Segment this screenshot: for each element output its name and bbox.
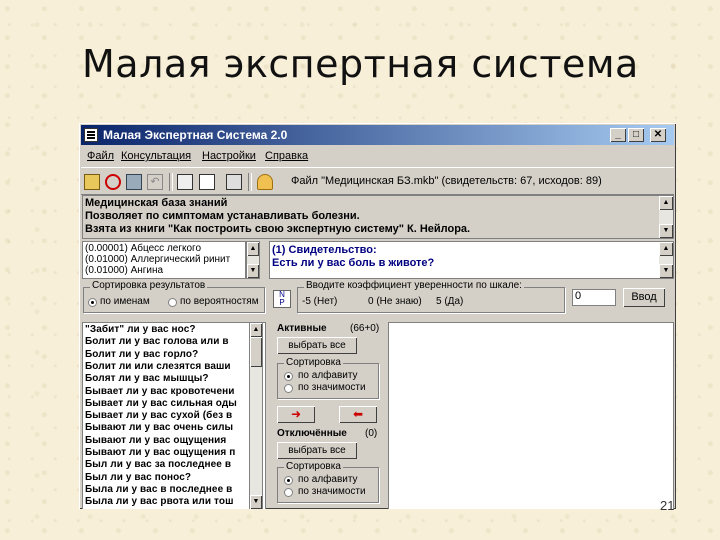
calculator-icon[interactable] — [177, 174, 193, 190]
evidence-question: Есть ли у вас боль в животе? — [272, 257, 435, 269]
toolbar: ↶ Файл "Медицинская БЗ.mkb" (свидетельст… — [81, 167, 674, 195]
scroll-up-icon[interactable]: ▲ — [659, 196, 673, 210]
list-item[interactable]: Болит ли у вас голова или в — [85, 336, 229, 347]
confidence-title: Вводите коэффициент уверенности по шкале… — [304, 280, 524, 291]
list-item[interactable]: Была ли у вас рвота или тош — [85, 496, 234, 507]
kb-purpose: Позволяет по симптомам устанавливать бол… — [85, 210, 360, 222]
active-sort-significance-radio[interactable] — [284, 384, 293, 393]
outcomes-scrollbar[interactable]: ▲ ▼ — [246, 241, 260, 279]
active-count: (66+0) — [350, 323, 380, 334]
scroll-down-icon[interactable]: ▼ — [247, 264, 259, 278]
list-item[interactable]: Бывают ли у вас ощущения — [85, 435, 226, 446]
scroll-down-icon[interactable]: ▼ — [250, 495, 262, 509]
close-button[interactable]: ✕ — [650, 128, 666, 142]
open-icon[interactable] — [84, 174, 100, 190]
list-item[interactable]: Бывает ли у вас кровотечени — [85, 386, 235, 397]
disabled-select-all-button[interactable]: выбрать все — [277, 442, 357, 459]
list-item[interactable]: "Забит" ли у вас нос? — [85, 324, 196, 335]
list-item[interactable]: Был ли у вас понос? — [85, 472, 191, 483]
active-sort-group: Сортировка по алфавиту по значимости — [277, 357, 379, 399]
scroll-up-icon[interactable]: ▲ — [247, 242, 259, 256]
menu-consultation[interactable]: Консультация — [121, 150, 191, 162]
questions-list[interactable]: "Забит" ли у вас нос? Болит ли у вас голо… — [82, 322, 266, 509]
user-icon[interactable] — [257, 174, 273, 190]
active-select-all-button[interactable]: выбрать все — [277, 337, 357, 354]
app-icon — [84, 128, 98, 142]
questions-scrollbar[interactable]: ▲ ▼ — [249, 322, 263, 509]
evidence-panel: (1) Свидетельство: Есть ли у вас боль в … — [269, 241, 674, 279]
page-number: 21 — [660, 498, 675, 513]
list-item[interactable]: Бывают ли у вас очень силы — [85, 422, 233, 433]
maximize-button[interactable]: □ — [628, 128, 644, 142]
disabled-title: Отключённые — [277, 428, 347, 439]
disabled-sort-title: Сортировка — [284, 461, 343, 472]
evidence-scrollbar[interactable]: ▲ ▼ — [659, 242, 673, 278]
disabled-sort-alpha-radio[interactable] — [284, 476, 293, 485]
list-item[interactable]: (0.01000) Аллергический ринит — [85, 254, 230, 265]
disabled-sort-alpha-label: по алфавиту — [298, 474, 358, 485]
active-sort-alpha-radio[interactable] — [284, 372, 293, 381]
disabled-count: (0) — [365, 428, 378, 439]
app-window: Малая Экспертная Система 2.0 _ □ ✕ Файл … — [79, 123, 676, 509]
scroll-up-icon[interactable]: ▲ — [659, 242, 673, 256]
list-item[interactable]: Бывает ли у вас сухой (без в — [85, 410, 232, 421]
move-right-button[interactable]: ➜ — [277, 406, 315, 423]
active-title: Активные — [277, 323, 327, 334]
undo-icon[interactable]: ↶ — [147, 174, 163, 190]
sort-results-group: Сортировка результатов по именам по веро… — [83, 280, 265, 313]
chart-icon[interactable] — [226, 174, 242, 190]
confidence-group: Вводите коэффициент уверенности по шкале… — [297, 280, 565, 313]
confidence-input[interactable]: 0 — [572, 289, 616, 306]
list-item[interactable]: (0.00001) Абцесс легкого — [85, 243, 201, 254]
list-item[interactable]: Бывают ли у вас ощущения п — [85, 447, 235, 458]
move-left-button[interactable]: ⬅ — [339, 406, 377, 423]
disabled-sort-significance-radio[interactable] — [284, 488, 293, 497]
disabled-sort-group: Сортировка по алфавиту по значимости — [277, 461, 379, 503]
list-item[interactable]: Бывает ли у вас сильная оды — [85, 398, 237, 409]
slide-title: Малая экспертная система — [82, 42, 639, 86]
sort-by-probability-label: по вероятностям — [180, 296, 259, 307]
notes-icon[interactable] — [199, 174, 215, 190]
list-item[interactable]: Болит ли у вас горло? — [85, 349, 198, 360]
scale-mid-label: 0 (Не знаю) — [368, 296, 422, 307]
list-item[interactable]: (0.01000) Ангина — [85, 265, 163, 276]
scroll-down-icon[interactable]: ▼ — [659, 264, 673, 278]
scale-max-label: 5 (Да) — [436, 296, 464, 307]
list-item[interactable]: Болят ли у вас мышцы? — [85, 373, 209, 384]
kb-title: Медицинская база знаний — [85, 197, 228, 209]
file-info: Файл "Медицинская БЗ.mkb" (свидетельств:… — [291, 175, 602, 187]
scroll-up-icon[interactable]: ▲ — [250, 323, 262, 337]
disabled-sort-significance-label: по значимости — [298, 486, 366, 497]
edit-icon[interactable] — [126, 174, 142, 190]
sort-by-name-label: по именам — [100, 296, 150, 307]
title-bar: Малая Экспертная Система 2.0 _ □ ✕ — [81, 125, 674, 145]
kb-source: Взята из книги "Как построить свою экспе… — [85, 223, 471, 235]
menu-help[interactable]: Справка — [265, 150, 308, 162]
list-item[interactable]: Был ли у вас за последнее в — [85, 459, 231, 470]
menu-settings[interactable]: Настройки — [202, 150, 256, 162]
evidence-label: (1) Свидетельство: — [272, 244, 377, 256]
enter-button[interactable]: Ввод — [623, 288, 665, 307]
results-panel — [388, 322, 674, 509]
active-sort-significance-label: по значимости — [298, 382, 366, 393]
kb-scrollbar[interactable]: ▲ ▼ — [659, 196, 673, 238]
sort-by-probability-radio[interactable] — [168, 298, 177, 307]
list-item[interactable]: Болит ли или слезятся ваши — [85, 361, 231, 372]
window-title: Малая Экспертная Система 2.0 — [103, 128, 288, 142]
stop-icon[interactable] — [105, 174, 121, 190]
kb-description: Медицинская база знаний Позволяет по сим… — [82, 195, 674, 239]
active-sort-title: Сортировка — [284, 357, 343, 368]
calc-icon: NP — [273, 290, 291, 308]
menu-bar: Файл Консультация Настройки Справка — [81, 147, 674, 165]
outcomes-list[interactable]: (0.00001) Абцесс легкого (0.01000) Аллер… — [82, 241, 246, 279]
scroll-thumb[interactable] — [250, 337, 262, 367]
list-item[interactable]: Была ли у вас в последнее в — [85, 484, 232, 495]
sort-results-title: Сортировка результатов — [90, 280, 208, 291]
minimize-button[interactable]: _ — [610, 128, 626, 142]
scroll-down-icon[interactable]: ▼ — [659, 224, 673, 238]
sort-by-name-radio[interactable] — [88, 298, 97, 307]
active-sort-alpha-label: по алфавиту — [298, 370, 358, 381]
menu-file[interactable]: Файл — [87, 150, 114, 162]
scale-min-label: -5 (Нет) — [302, 296, 338, 307]
